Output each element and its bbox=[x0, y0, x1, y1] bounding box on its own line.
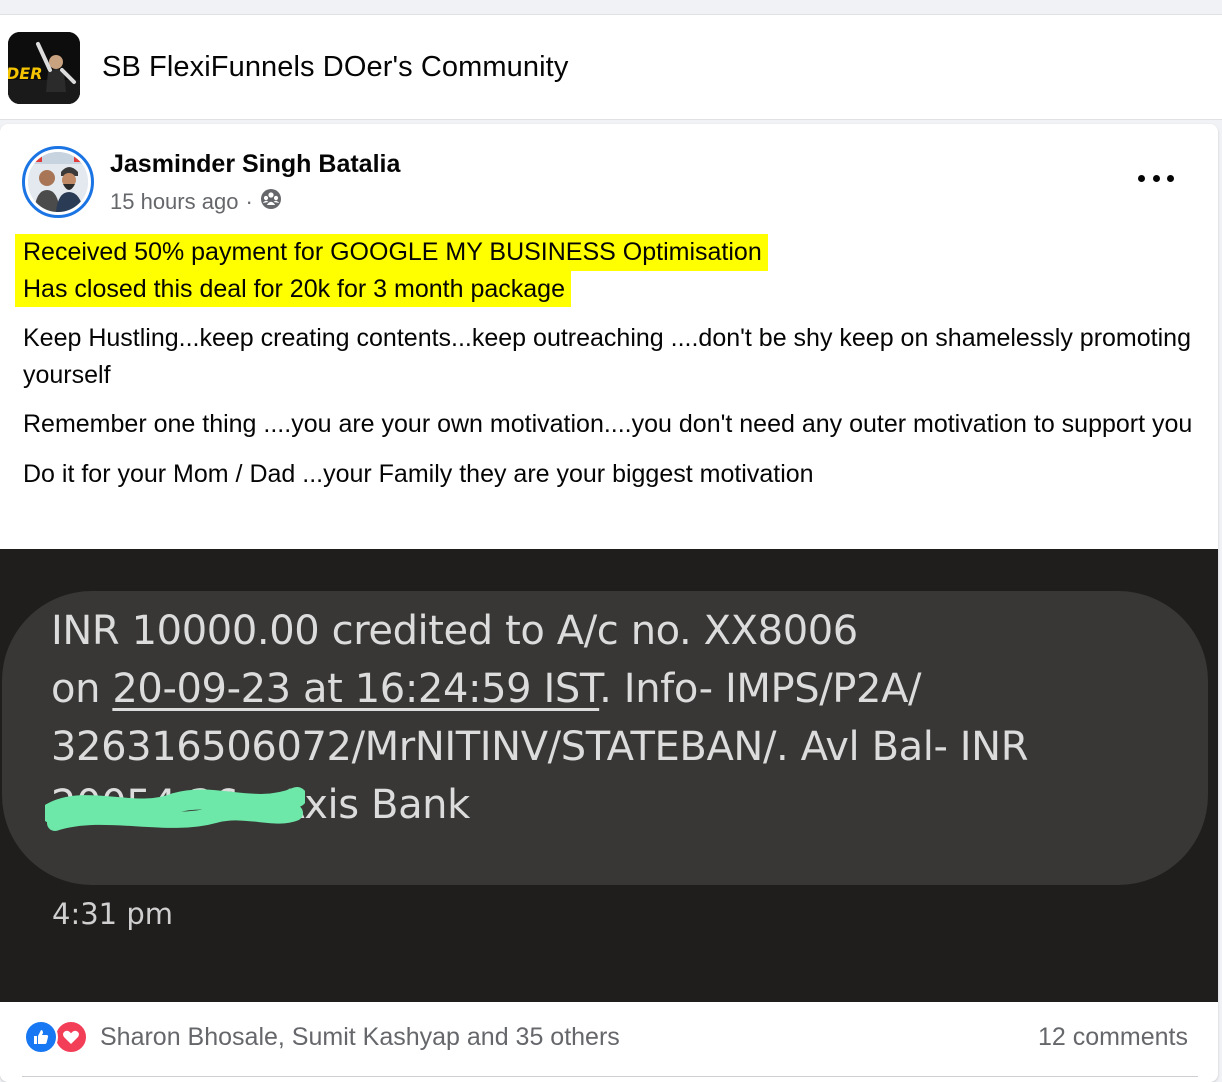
more-dot-icon bbox=[1152, 174, 1160, 182]
redaction-scribble bbox=[45, 787, 305, 831]
like-icon bbox=[24, 1020, 58, 1054]
group-name[interactable]: SB FlexiFunnels DOer's Community bbox=[102, 51, 568, 84]
group-audience-icon[interactable] bbox=[260, 188, 282, 216]
love-icon bbox=[54, 1020, 88, 1054]
meta-separator: · bbox=[245, 189, 253, 214]
author-name[interactable]: Jasminder Singh Batalia bbox=[110, 150, 400, 179]
post-card: Jasminder Singh Batalia 15 hours ago · R… bbox=[0, 124, 1218, 1082]
reactors-summary[interactable]: Sharon Bhosale, Sumit Kashyap and 35 oth… bbox=[100, 1023, 620, 1052]
more-options-button[interactable] bbox=[1138, 164, 1174, 192]
sms-line-2: on 20-09-23 at 16:24:59 IST. Info- IMPS/… bbox=[51, 666, 922, 712]
post-paragraph: Do it for your Mom / Dad ...your Family … bbox=[23, 459, 814, 488]
sms-line-3: 326316506072/MrNITINV/STATEBAN/. Avl Bal… bbox=[51, 724, 1029, 770]
divider bbox=[22, 1076, 1198, 1077]
group-logo[interactable]: DER bbox=[8, 32, 80, 104]
highlighted-line: Received 50% payment for GOOGLE MY BUSIN… bbox=[15, 234, 768, 271]
post-paragraph: Keep Hustling...keep creating contents..… bbox=[23, 324, 1191, 389]
group-logo-image: DER bbox=[8, 32, 80, 104]
more-dot-icon bbox=[1167, 174, 1174, 182]
reactions-bar: Sharon Bhosale, Sumit Kashyap and 35 oth… bbox=[0, 1002, 1218, 1082]
more-dot-icon bbox=[1138, 174, 1145, 182]
sms-line-1: INR 10000.00 credited to A/c no. XX8006 bbox=[51, 608, 858, 654]
post-meta: 15 hours ago · bbox=[110, 188, 282, 216]
sms-time: 4:31 pm bbox=[52, 897, 173, 931]
post-paragraph: Remember one thing ....you are your own … bbox=[23, 410, 1193, 438]
author-avatar[interactable] bbox=[22, 146, 94, 218]
comments-count[interactable]: 12 comments bbox=[1038, 1023, 1188, 1052]
reaction-icons[interactable] bbox=[24, 1020, 90, 1056]
sms-date-link: 20-09-23 at 16:24:59 IST bbox=[112, 666, 600, 712]
post-text: Received 50% payment for GOOGLE MY BUSIN… bbox=[15, 234, 1203, 492]
avatar-photo bbox=[28, 152, 88, 212]
group-header: DER SB FlexiFunnels DOer's Community bbox=[0, 14, 1222, 120]
attached-sms-screenshot[interactable]: INR 10000.00 credited to A/c no. XX8006 … bbox=[0, 549, 1218, 1002]
svg-text:DER: DER bbox=[8, 64, 43, 83]
highlighted-line: Has closed this deal for 20k for 3 month… bbox=[15, 270, 571, 307]
post-timestamp[interactable]: 15 hours ago bbox=[110, 189, 238, 215]
